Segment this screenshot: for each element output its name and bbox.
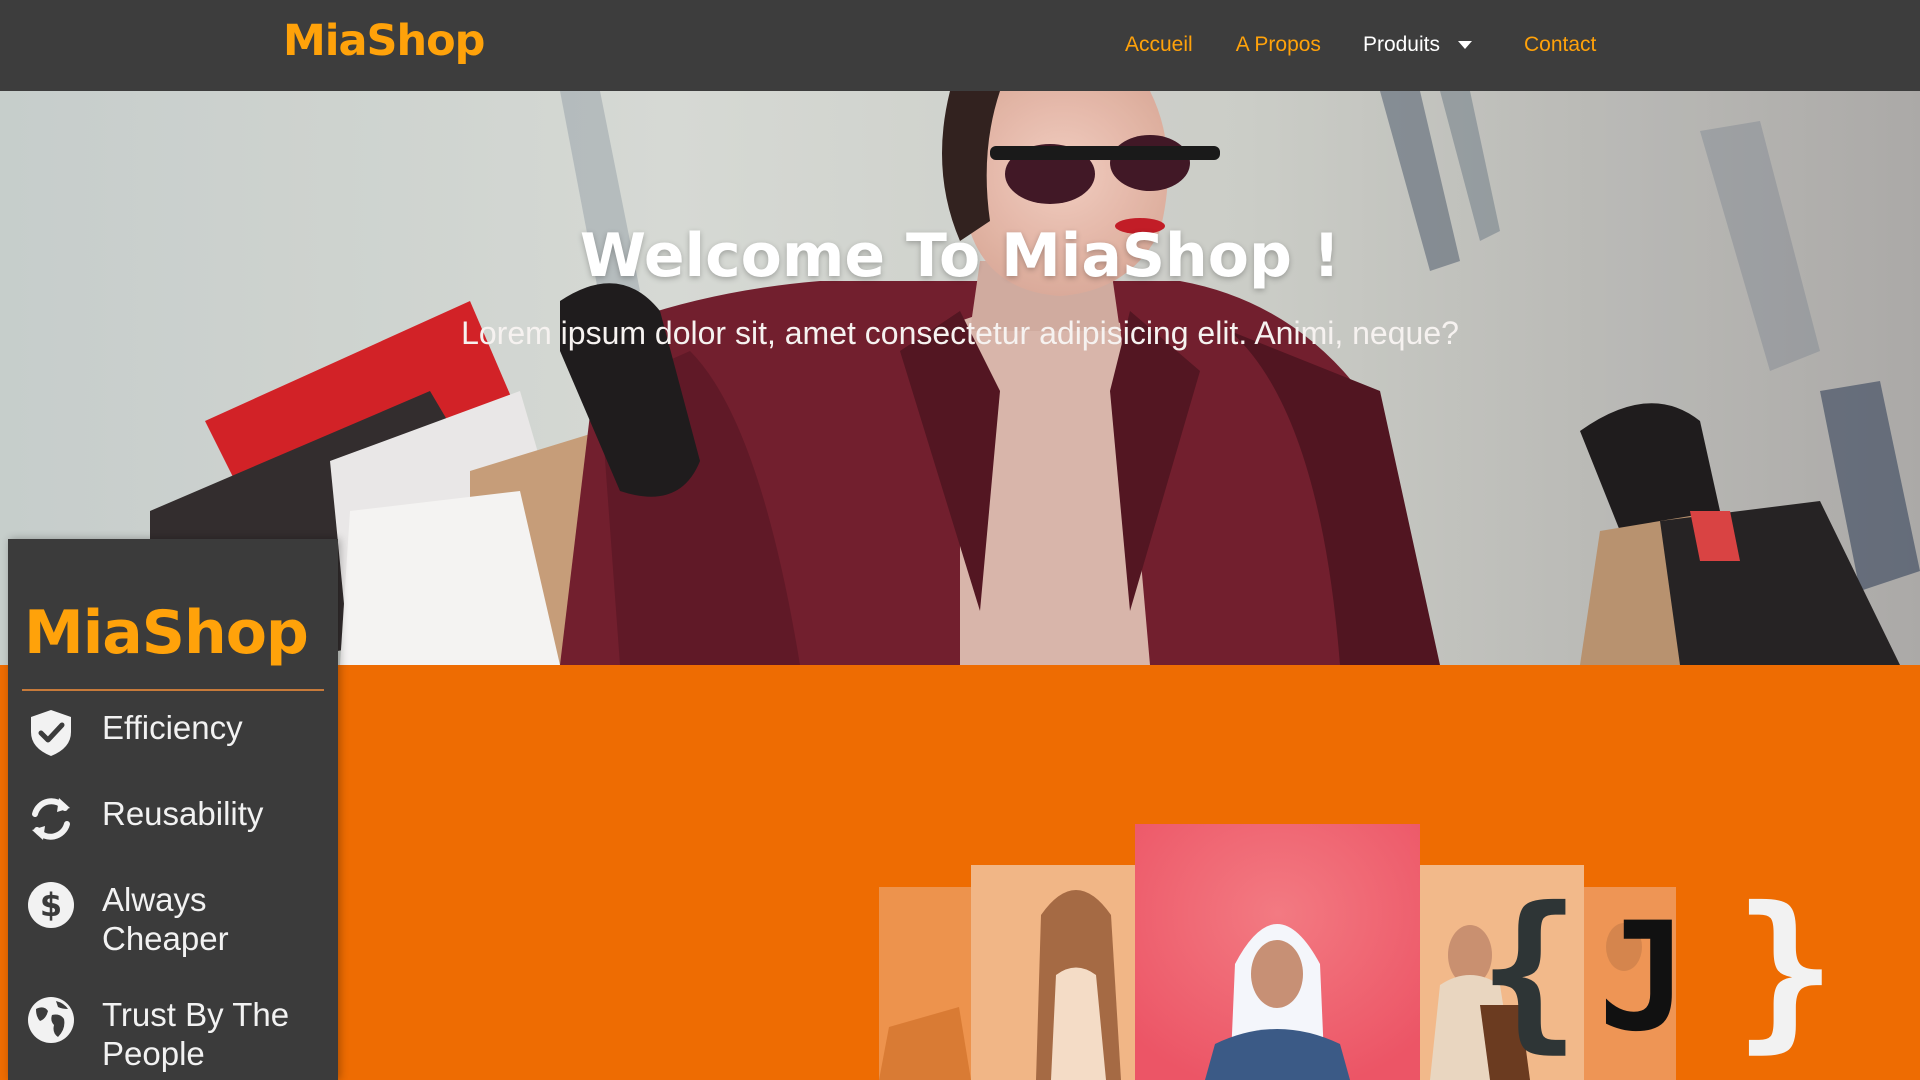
nav-link-accueil[interactable]: Accueil: [1125, 34, 1193, 55]
left-brace: {: [1478, 871, 1581, 1069]
nav-link-contact[interactable]: Contact: [1524, 34, 1596, 55]
feature-label: Efficiency: [102, 709, 243, 746]
j-logo: { J }: [1478, 871, 1836, 1069]
right-brace: }: [1734, 871, 1837, 1069]
feature-reusability: Reusability: [26, 794, 312, 844]
gallery-card[interactable]: [971, 865, 1135, 1080]
chevron-down-icon[interactable]: [1457, 40, 1472, 49]
feature-trust: Trust By The People: [26, 995, 312, 1073]
feature-label: Always Cheaper: [102, 881, 229, 957]
gallery-card-featured[interactable]: [1135, 824, 1420, 1080]
refresh-icon: [32, 798, 70, 840]
nav-links: Accueil A Propos Produits Contact: [1125, 34, 1596, 55]
feature-efficiency: Efficiency: [26, 708, 312, 758]
dollar-icon: $: [28, 882, 74, 928]
feature-always-cheaper: $ Always Cheaper: [26, 880, 312, 958]
gallery-card[interactable]: [879, 887, 971, 1080]
hero-subtitle: Lorem ipsum dolor sit, amet consectetur …: [461, 315, 1459, 351]
divider: [22, 689, 324, 691]
svg-text:$: $: [40, 886, 62, 924]
navbar-brand[interactable]: MiaShop: [283, 20, 485, 63]
nav-link-produits[interactable]: Produits: [1363, 34, 1440, 55]
j-letter: J: [1598, 891, 1689, 1065]
side-card: MiaShop Efficiency Reusability $ Always …: [8, 539, 338, 1080]
shield-check-icon: [31, 710, 71, 756]
hero-title: Welcome To MiaShop !: [579, 221, 1341, 291]
navbar: MiaShop Accueil A Propos Produits Contac…: [0, 0, 1920, 91]
feature-label: Reusability: [102, 795, 264, 832]
feature-label: Trust By The People: [102, 996, 290, 1072]
globe-icon: [28, 997, 74, 1043]
nav-link-a-propos[interactable]: A Propos: [1236, 34, 1321, 55]
side-card-brand: MiaShop: [24, 598, 309, 668]
